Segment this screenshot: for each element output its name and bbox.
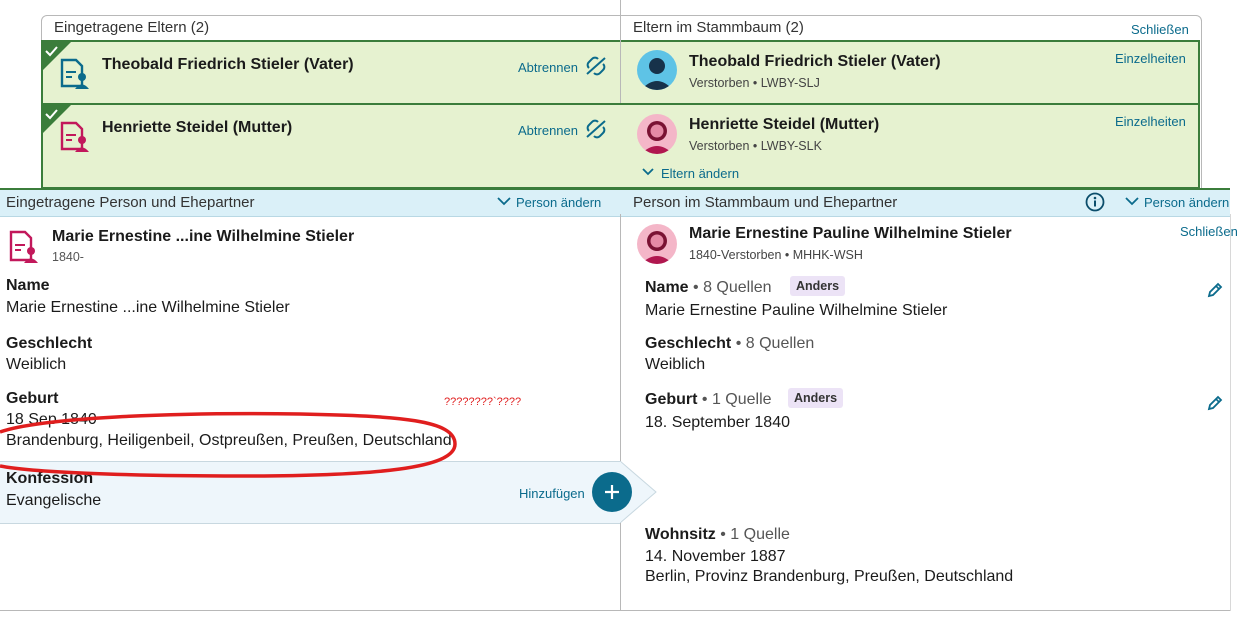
parent-row-mother [41,103,1200,189]
annotation-ellipse [0,410,460,478]
chevron-down-icon[interactable] [642,167,654,177]
different-tag: Anders [788,388,844,408]
chevron-down-icon[interactable] [1125,196,1139,206]
unlink-icon[interactable] [585,119,607,139]
entered-person-title: Eingetragene Person und Ehepartner [6,194,255,211]
female-avatar [637,114,677,154]
tree-residence-place: Berlin, Provinz Brandenburg, Preußen, De… [645,568,1014,585]
record-male-icon [60,58,90,90]
tree-birth-sources[interactable]: • 1 Quelle [697,391,772,408]
info-icon[interactable] [1085,192,1105,212]
right-edge-rule [1230,214,1231,611]
female-avatar [637,224,677,264]
tree-residence-date: 14. November 1887 [645,548,786,565]
entered-person-name: Marie Ernestine ...ine Wilhelmine Stiele… [52,228,355,245]
tree-residence-heading: Wohnsitz • 1 Quelle [645,526,790,544]
father-details-link[interactable]: Einzelheiten [1115,51,1186,66]
name-label: Name [6,277,50,294]
tree-residence-sources[interactable]: • 1 Quelle [716,526,790,543]
change-entered-person-link[interactable]: Person ändern [516,195,601,210]
close-parents-link[interactable]: Schließen [1131,22,1189,37]
tree-mother-meta: Verstorben • LWBY-SLK [689,139,822,153]
entered-father-name: Theobald Friedrich Stieler (Vater) [102,56,354,73]
record-female-icon [60,121,90,153]
detach-father-link[interactable]: Abtrennen [518,60,578,75]
tree-gender-heading: Geschlecht • 8 Quellen [645,335,814,353]
gender-label: Geschlecht [6,335,93,352]
tree-name-sources[interactable]: • 8 Quellen [689,279,772,296]
mother-details-link[interactable]: Einzelheiten [1115,114,1186,129]
detach-mother-link[interactable]: Abtrennen [518,123,578,138]
add-religion-link[interactable]: Hinzufügen [519,486,585,501]
add-button[interactable] [592,472,632,512]
change-tree-person-link[interactable]: Person ändern [1144,195,1229,210]
religion-value: Evangelische [6,492,102,509]
tree-gender-sources[interactable]: • 8 Quellen [731,335,815,352]
entered-person-years: 1840- [52,250,84,264]
entered-mother-name: Henriette Steidel (Mutter) [102,119,293,136]
person-column-divider [620,214,621,611]
tree-birth-label: Geburt [645,391,698,408]
chevron-down-icon[interactable] [497,196,511,206]
edit-pencil-icon[interactable] [1206,394,1224,412]
tree-name-heading: Name • 8 Quellen [645,279,772,297]
tree-name-value: Marie Ernestine Pauline Wilhelmine Stiel… [645,302,948,319]
top-divider-tick [620,0,621,15]
tree-birth-value: 18. September 1840 [645,414,790,431]
close-tree-person-link[interactable]: Schließen [1180,224,1237,239]
tree-name-label: Name [645,279,689,296]
different-tag: Anders [790,276,846,296]
plus-icon [605,485,619,499]
change-parents-link[interactable]: Eltern ändern [661,166,739,181]
male-avatar [637,50,677,90]
name-value: Marie Ernestine ...ine Wilhelmine Stiele… [6,299,290,316]
tree-person-title: Person im Stammbaum und Ehepartner [633,194,898,211]
birth-label: Geburt [6,390,59,407]
tree-mother-name[interactable]: Henriette Steidel (Mutter) [689,116,879,134]
record-female-icon [9,230,39,264]
bottom-rule [0,610,1230,611]
tree-person-meta: 1840-Verstorben • MHHK-WSH [689,248,863,262]
tree-gender-value: Weiblich [645,356,706,373]
annotation-text: ????????`???? [444,396,522,408]
gender-value: Weiblich [6,356,67,373]
tree-birth-heading: Geburt • 1 Quelle [645,391,772,409]
tree-residence-label: Wohnsitz [645,526,716,543]
edit-pencil-icon[interactable] [1206,281,1224,299]
tree-father-name[interactable]: Theobald Friedrich Stieler (Vater) [689,53,941,71]
tree-gender-label: Geschlecht [645,335,732,352]
tree-father-meta: Verstorben • LWBY-SLJ [689,76,820,90]
tree-person-name[interactable]: Marie Ernestine Pauline Wilhelmine Stiel… [689,225,1012,243]
unlink-icon[interactable] [585,56,607,76]
